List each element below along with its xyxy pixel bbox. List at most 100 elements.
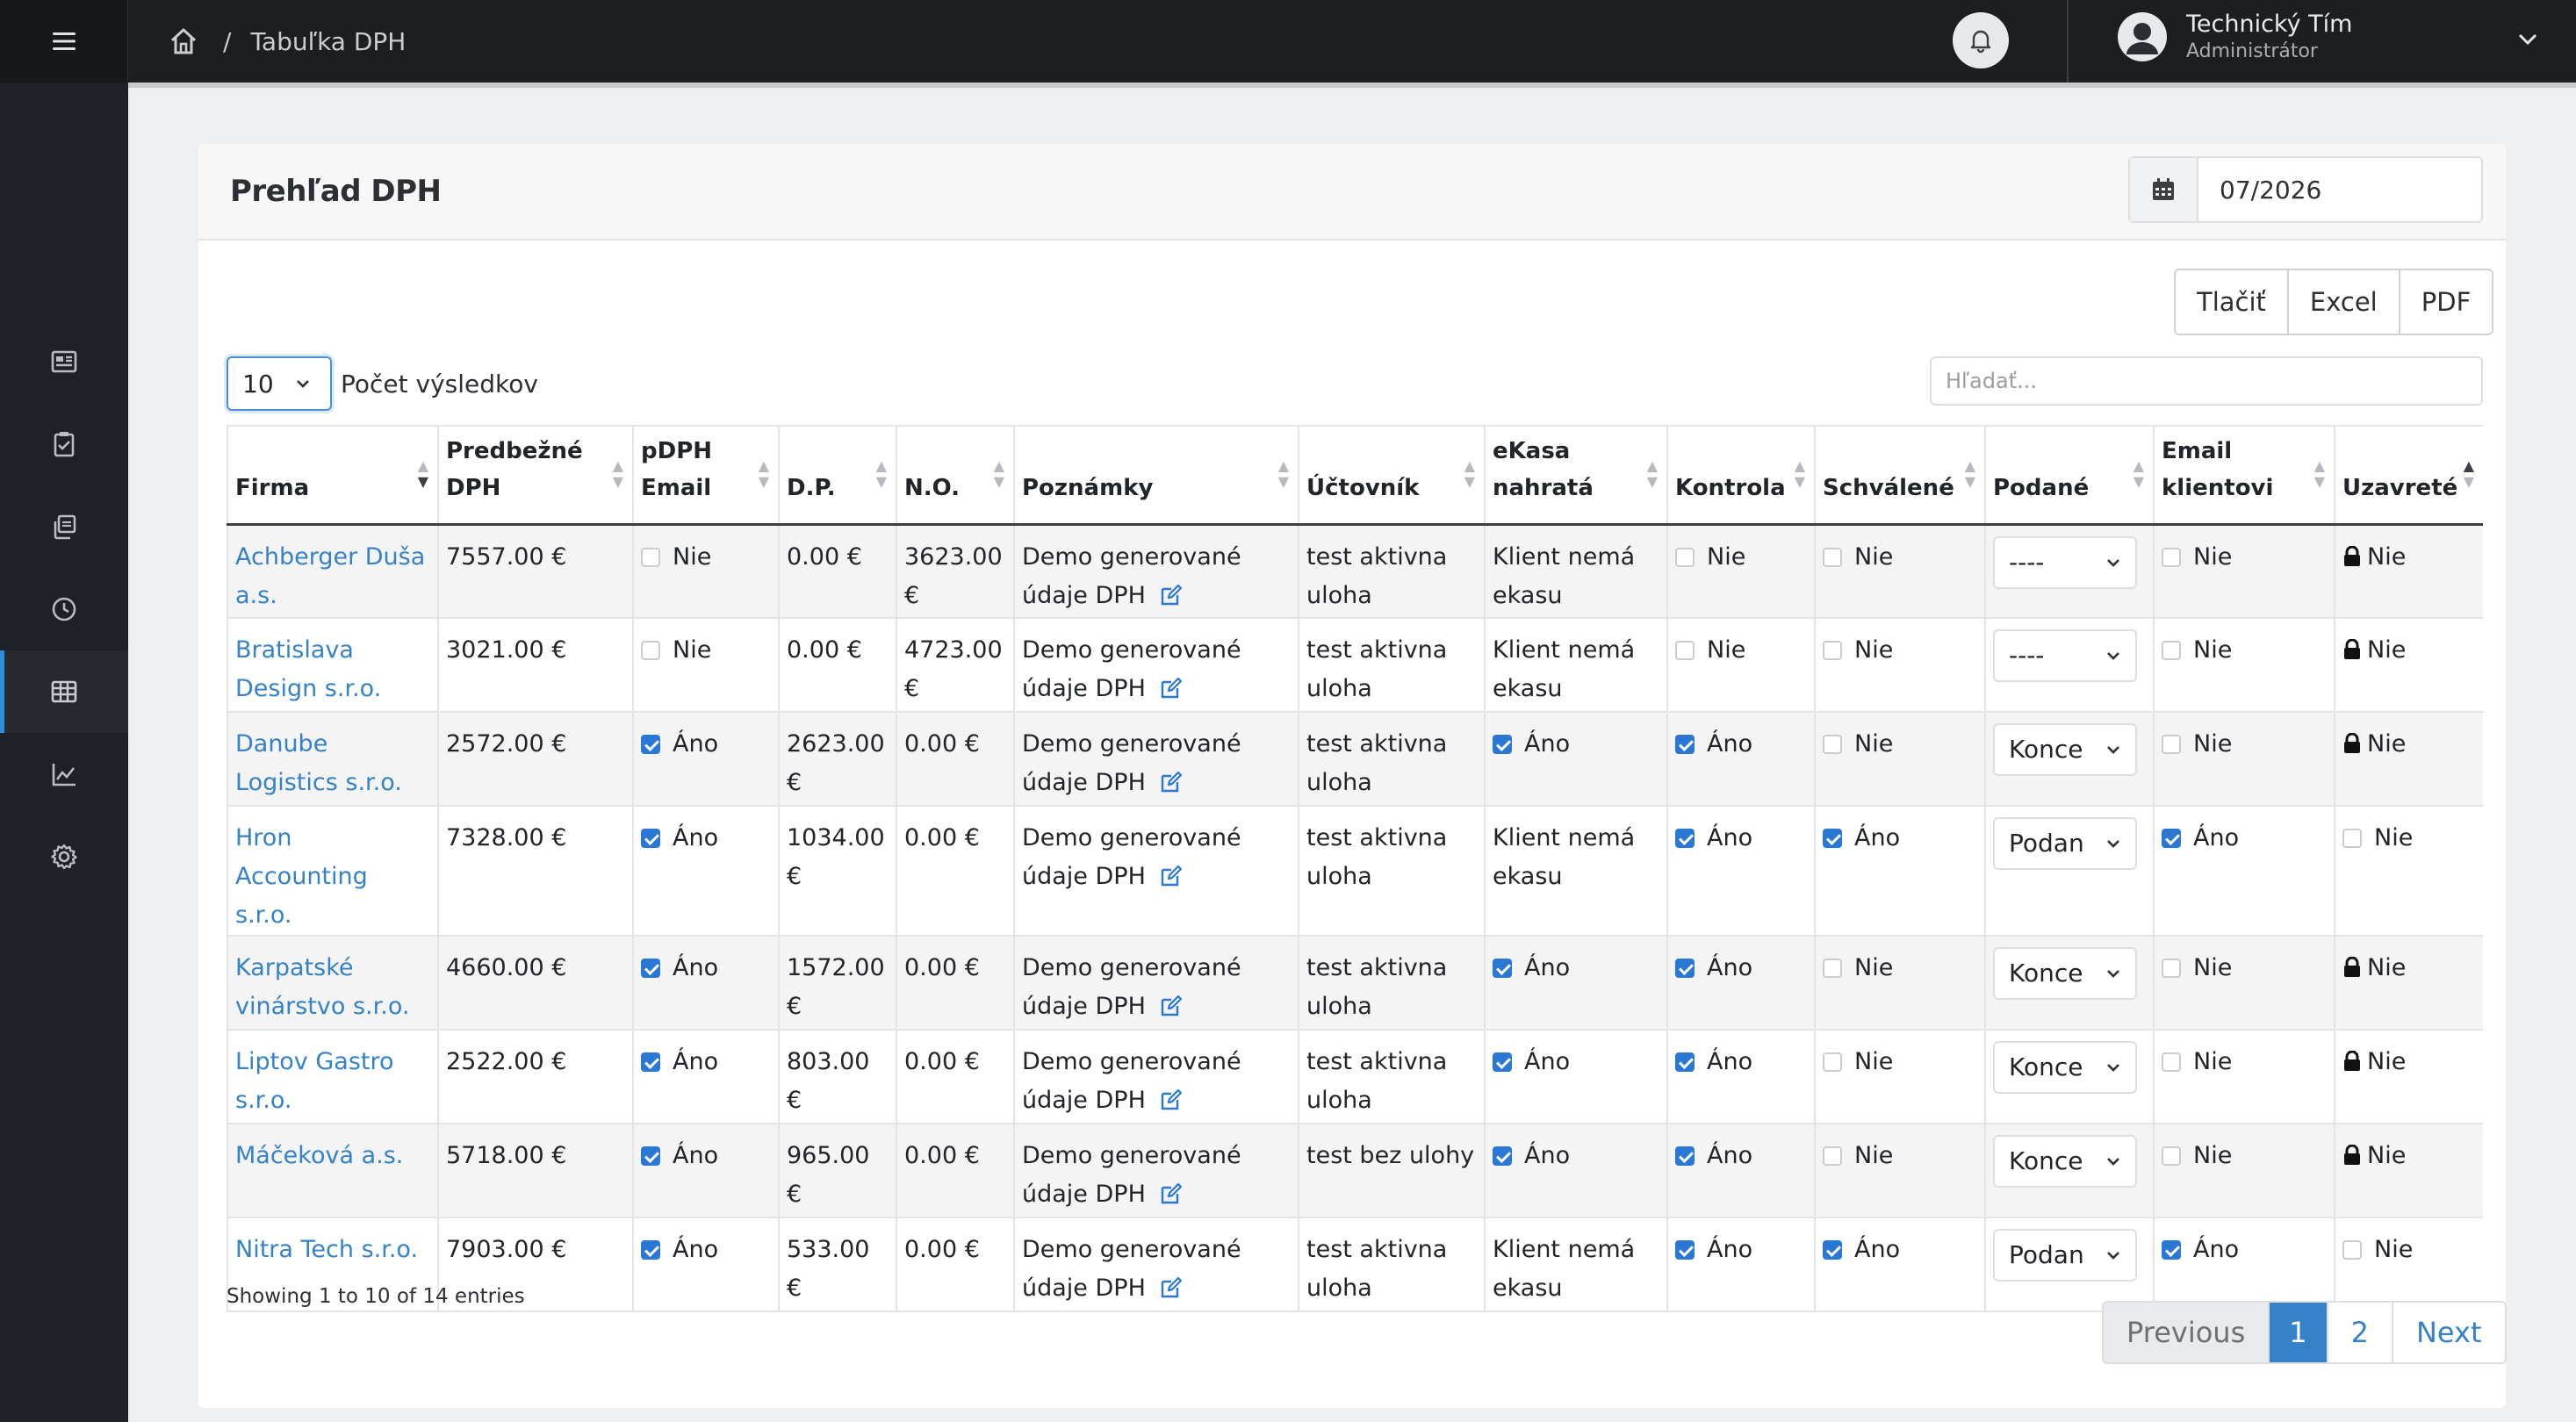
period-picker[interactable]: 07/2026 xyxy=(2128,156,2483,223)
podane-select[interactable]: ---- xyxy=(1993,535,2137,589)
edit-icon[interactable] xyxy=(1160,865,1183,887)
company-link[interactable]: Karpatské vinárstvo s.r.o. xyxy=(235,954,409,1020)
podane-select[interactable]: Konce xyxy=(1993,723,2137,776)
schvalene-checkbox[interactable] xyxy=(1823,1052,1842,1072)
page-length-select[interactable]: 10 xyxy=(227,356,332,411)
home-icon[interactable] xyxy=(167,25,200,58)
podane-select[interactable]: Konce xyxy=(1993,947,2137,1000)
column-header-email[interactable]: Email klientovi ▲ ▼ xyxy=(2153,425,2335,526)
company-link[interactable]: Hron Accounting s.r.o. xyxy=(235,824,368,929)
edit-icon[interactable] xyxy=(1160,771,1183,794)
ekasa-checkbox[interactable] xyxy=(1493,1146,1512,1166)
search-input[interactable]: Hľadať... xyxy=(1930,356,2483,406)
kontrola-checkbox[interactable] xyxy=(1675,547,1695,567)
pdph-email-checkbox[interactable] xyxy=(641,547,660,567)
podane-select[interactable]: Konce xyxy=(1993,1041,2137,1094)
podane-select[interactable]: Podan xyxy=(1993,817,2137,870)
print-button[interactable]: Tlačiť xyxy=(2176,270,2289,334)
sidebar-item-documents[interactable] xyxy=(0,485,128,568)
ekasa-checkbox[interactable] xyxy=(1493,735,1512,754)
podane-select[interactable]: Podan xyxy=(1993,1229,2137,1282)
column-header-no[interactable]: N.O. ▲ ▼ xyxy=(896,425,1015,526)
user-menu[interactable]: Technický Tím Administrátor xyxy=(2118,11,2352,61)
podane-select[interactable]: Konce xyxy=(1993,1135,2137,1188)
edit-icon[interactable] xyxy=(1160,995,1183,1017)
column-header-uctovnik[interactable]: Účtovník ▲ ▼ xyxy=(1298,425,1486,526)
schvalene-checkbox[interactable] xyxy=(1823,1146,1842,1166)
kontrola-checkbox[interactable] xyxy=(1675,1052,1695,1072)
email-klientovi-checkbox[interactable] xyxy=(2162,959,2181,978)
podane-select[interactable]: ---- xyxy=(1993,629,2137,682)
company-link[interactable]: Danube Logistics s.r.o. xyxy=(235,730,402,796)
column-header-dp[interactable]: D.P. ▲ ▼ xyxy=(778,425,897,526)
pdph-email-checkbox[interactable] xyxy=(641,1240,660,1260)
previous-page-button[interactable]: Previous xyxy=(2104,1303,2270,1362)
schvalene-checkbox[interactable] xyxy=(1823,959,1842,978)
schvalene-checkbox[interactable] xyxy=(1823,1240,1842,1260)
column-header-schvalene[interactable]: Schválené ▲ ▼ xyxy=(1814,425,1986,526)
page-1-button[interactable]: 1 xyxy=(2270,1303,2328,1362)
column-header-predbezne[interactable]: Predbežné DPH ▲ ▼ xyxy=(437,425,634,526)
pdph-email-checkbox[interactable] xyxy=(641,1146,660,1166)
pdph-email-checkbox[interactable] xyxy=(641,829,660,848)
column-header-pdph[interactable]: pDPH Email ▲ ▼ xyxy=(632,425,780,526)
email-klientovi-checkbox[interactable] xyxy=(2162,735,2181,754)
pdf-button[interactable]: PDF xyxy=(2400,270,2493,334)
uzavrete-checkbox[interactable] xyxy=(2342,829,2362,848)
pdph-email-checkbox[interactable] xyxy=(641,735,660,754)
chevron-down-icon[interactable] xyxy=(2515,26,2541,53)
column-header-kontrola[interactable]: Kontrola ▲ ▼ xyxy=(1666,425,1816,526)
menu-toggle-button[interactable] xyxy=(0,0,128,83)
uzavrete-checkbox[interactable] xyxy=(2342,1240,2362,1260)
page-2-button[interactable]: 2 xyxy=(2328,1303,2393,1362)
company-link[interactable]: Liptov Gastro s.r.o. xyxy=(235,1048,394,1114)
cell-poznamky: Demo generované údaje DPH xyxy=(1013,711,1299,807)
email-klientovi-checkbox[interactable] xyxy=(2162,547,2181,567)
sidebar-item-tasks[interactable] xyxy=(0,403,128,485)
edit-icon[interactable] xyxy=(1160,1088,1183,1111)
email-klientovi-checkbox[interactable] xyxy=(2162,641,2181,660)
pdph-email-checkbox[interactable] xyxy=(641,641,660,660)
edit-icon[interactable] xyxy=(1160,1276,1183,1299)
email-klientovi-checkbox[interactable] xyxy=(2162,1146,2181,1166)
email-klientovi-checkbox[interactable] xyxy=(2162,1052,2181,1072)
excel-button[interactable]: Excel xyxy=(2288,270,2400,334)
calendar-button[interactable] xyxy=(2130,158,2198,221)
company-link[interactable]: Achberger Duša a.s. xyxy=(235,543,425,609)
kontrola-checkbox[interactable] xyxy=(1675,1240,1695,1260)
column-header-podane[interactable]: Podané ▲ ▼ xyxy=(1984,425,2155,526)
period-input[interactable]: 07/2026 xyxy=(2198,158,2321,221)
ekasa-checkbox[interactable] xyxy=(1493,1052,1512,1072)
kontrola-checkbox[interactable] xyxy=(1675,1146,1695,1166)
email-klientovi-checkbox[interactable] xyxy=(2162,1240,2181,1260)
email-klientovi-checkbox[interactable] xyxy=(2162,829,2181,848)
edit-icon[interactable] xyxy=(1160,584,1183,607)
sidebar-item-vat-table[interactable] xyxy=(0,650,128,733)
kontrola-checkbox[interactable] xyxy=(1675,959,1695,978)
column-header-uzavrete[interactable]: Uzavreté ▲ ▼ xyxy=(2334,425,2483,526)
kontrola-checkbox[interactable] xyxy=(1675,735,1695,754)
schvalene-checkbox[interactable] xyxy=(1823,547,1842,567)
edit-icon[interactable] xyxy=(1160,1182,1183,1205)
schvalene-checkbox[interactable] xyxy=(1823,735,1842,754)
next-page-button[interactable]: Next xyxy=(2393,1303,2505,1362)
edit-icon[interactable] xyxy=(1160,677,1183,700)
sidebar-item-statistics[interactable] xyxy=(0,733,128,815)
kontrola-checkbox[interactable] xyxy=(1675,829,1695,848)
company-link[interactable]: Máčeková a.s. xyxy=(235,1142,403,1169)
schvalene-checkbox[interactable] xyxy=(1823,829,1842,848)
sidebar-item-history[interactable] xyxy=(0,568,128,650)
column-header-poznamky[interactable]: Poznámky ▲ ▼ xyxy=(1013,425,1299,526)
company-link[interactable]: Bratislava Design s.r.o. xyxy=(235,636,381,702)
sidebar-item-settings[interactable] xyxy=(0,815,128,898)
kontrola-checkbox[interactable] xyxy=(1675,641,1695,660)
ekasa-checkbox[interactable] xyxy=(1493,959,1512,978)
pdph-email-checkbox[interactable] xyxy=(641,959,660,978)
company-link[interactable]: Nitra Tech s.r.o. xyxy=(235,1236,418,1263)
pdph-email-checkbox[interactable] xyxy=(641,1052,660,1072)
schvalene-checkbox[interactable] xyxy=(1823,641,1842,660)
column-header-firma[interactable]: Firma ▲ ▼ xyxy=(227,425,439,526)
column-header-ekasa[interactable]: eKasa nahratá ▲ ▼ xyxy=(1484,425,1668,526)
notifications-button[interactable] xyxy=(1953,12,2009,68)
sidebar-item-news[interactable] xyxy=(0,320,128,403)
